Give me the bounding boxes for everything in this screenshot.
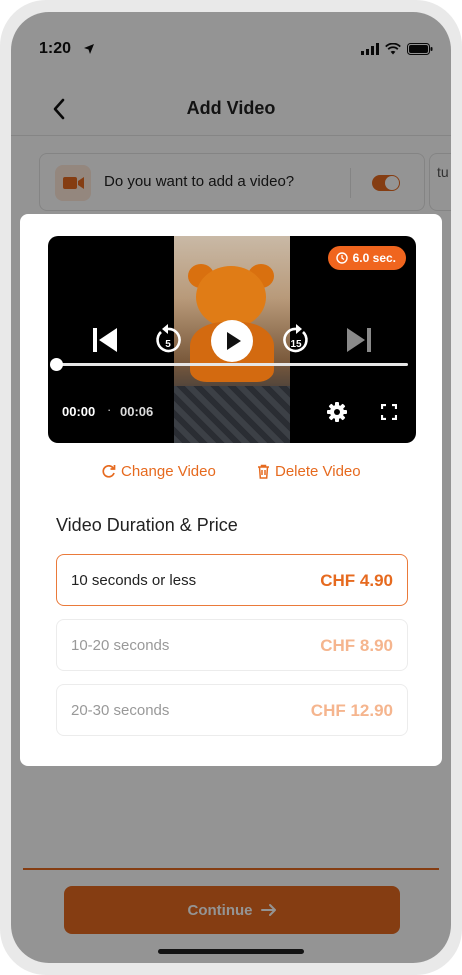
progress-bar[interactable] <box>56 363 408 366</box>
duration-text: 6.0 sec. <box>352 251 396 265</box>
delete-video-button[interactable]: Delete Video <box>257 463 361 480</box>
video-modal: 6.0 sec. 5 15 00:00 · 00:06 Change Video… <box>20 214 442 766</box>
skip-next-icon <box>347 328 371 352</box>
play-button[interactable] <box>211 320 253 367</box>
duration-option-10s[interactable]: 10 seconds or less CHF 4.90 <box>56 554 408 606</box>
delete-video-label: Delete Video <box>275 463 361 480</box>
duration-badge: 6.0 sec. <box>327 246 406 270</box>
phone-frame: 1:20 Add Video Do you want to add a vide… <box>0 0 462 975</box>
video-actions: Change Video Delete Video <box>20 463 442 485</box>
skip-previous-button[interactable] <box>90 326 120 359</box>
option-price: CHF 8.90 <box>320 636 393 655</box>
fullscreen-button[interactable] <box>380 403 398 425</box>
fullscreen-icon <box>380 403 398 421</box>
fast-forward-icon: 15 <box>283 324 308 353</box>
rewind-seconds: 5 <box>165 339 171 350</box>
option-price: CHF 12.90 <box>310 701 393 720</box>
current-time: 00:00 <box>62 404 96 419</box>
gear-icon <box>327 402 347 422</box>
bear-base <box>174 386 290 443</box>
time-separator: · <box>107 402 112 417</box>
refresh-icon <box>102 464 116 478</box>
bear-head <box>196 266 266 328</box>
trash-icon <box>258 464 269 479</box>
option-label: 10 seconds or less <box>71 572 197 589</box>
skip-next-button[interactable] <box>344 326 374 359</box>
option-price: CHF 4.90 <box>320 571 393 590</box>
change-video-button[interactable]: Change Video <box>101 463 216 480</box>
forward-seconds: 15 <box>290 339 302 350</box>
fast-forward-button[interactable]: 15 <box>280 322 312 361</box>
duration-option-20-30s[interactable]: 20-30 seconds CHF 12.90 <box>56 684 408 736</box>
settings-button[interactable] <box>326 401 348 428</box>
skip-previous-icon <box>93 328 117 352</box>
duration-option-10-20s[interactable]: 10-20 seconds CHF 8.90 <box>56 619 408 671</box>
option-label: 10-20 seconds <box>71 637 170 654</box>
progress-thumb[interactable] <box>50 358 63 371</box>
play-icon <box>211 320 253 362</box>
total-time: 00:06 <box>120 404 154 419</box>
rewind-button[interactable]: 5 <box>152 322 184 361</box>
rewind-icon: 5 <box>156 324 181 353</box>
change-video-label: Change Video <box>121 463 216 480</box>
clock-icon <box>335 252 348 264</box>
video-player[interactable]: 6.0 sec. 5 15 00:00 · 00:06 <box>48 236 416 443</box>
section-title: Video Duration & Price <box>56 515 238 535</box>
option-label: 20-30 seconds <box>71 702 170 719</box>
screen: 1:20 Add Video Do you want to add a vide… <box>11 12 451 963</box>
